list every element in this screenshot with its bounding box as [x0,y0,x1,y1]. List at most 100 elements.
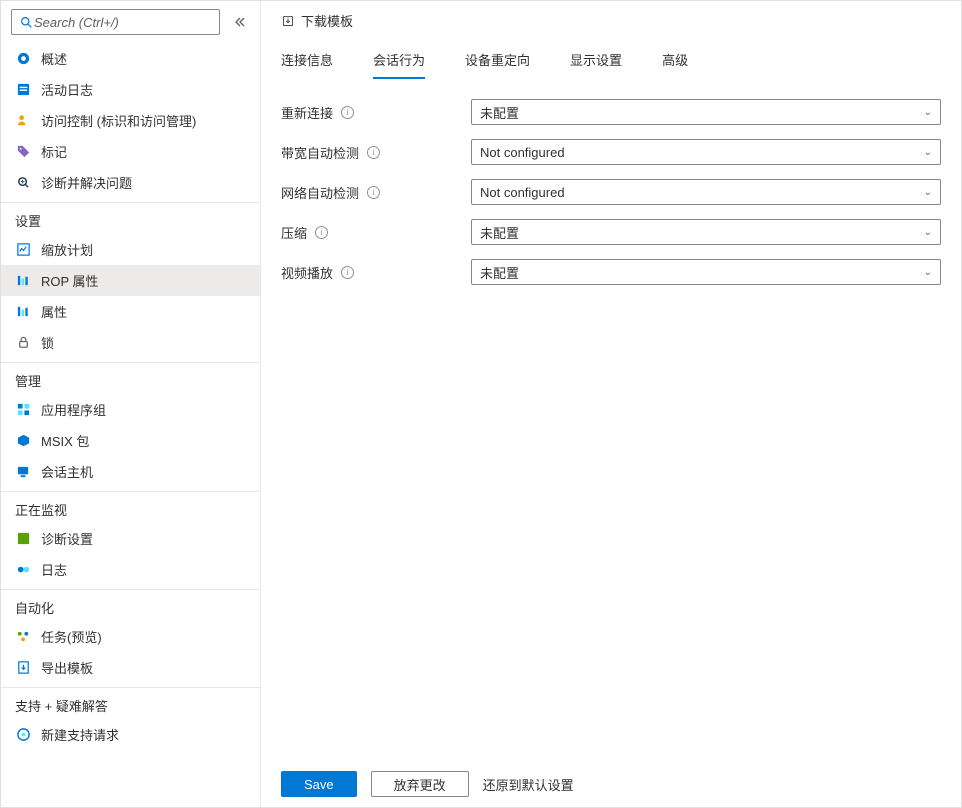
form-row-compression: 压缩 i 未配置 ⌄ [281,219,941,245]
label-reconnect: 重新连接 [281,103,333,122]
tab-session-behavior[interactable]: 会话行为 [373,50,425,79]
support-icon [15,727,31,743]
nav-label: 新建支持请求 [41,725,119,744]
form-row-bandwidth: 带宽自动检测 i Not configured ⌄ [281,139,941,165]
nav-label: 会话主机 [41,462,93,481]
section-automation: 自动化 [1,589,260,621]
info-icon[interactable]: i [315,226,328,239]
select-value: Not configured [480,145,565,160]
search-icon [18,14,34,30]
sidebar-item-app-groups[interactable]: 应用程序组 [1,394,260,425]
section-settings: 设置 [1,202,260,234]
save-button[interactable]: Save [281,771,357,797]
nav-label: 访问控制 (标识和访问管理) [41,111,196,130]
msix-icon [15,433,31,449]
lock-icon [15,335,31,351]
info-icon[interactable]: i [367,146,380,159]
sidebar-item-diagnostic-settings[interactable]: 诊断设置 [1,523,260,554]
collapse-sidebar-button[interactable] [228,11,250,33]
section-monitor: 正在监视 [1,491,260,523]
sidebar-item-msix[interactable]: MSIX 包 [1,425,260,456]
form-row-reconnect: 重新连接 i 未配置 ⌄ [281,99,941,125]
nav-label: MSIX 包 [41,431,89,450]
discard-button[interactable]: 放弃更改 [371,771,469,797]
logs-icon [15,562,31,578]
sidebar-item-tasks[interactable]: 任务(预览) [1,621,260,652]
label-network: 网络自动检测 [281,183,359,202]
info-icon[interactable]: i [341,106,354,119]
session-icon [15,464,31,480]
sidebar-item-overview[interactable]: 概述 [1,43,260,74]
sidebar-item-activity-log[interactable]: 活动日志 [1,74,260,105]
nav-label: 概述 [41,49,67,68]
nav-label: 导出模板 [41,658,93,677]
info-icon[interactable]: i [341,266,354,279]
info-icon[interactable]: i [367,186,380,199]
sidebar: 概述 活动日志 访问控制 (标识和访问管理) 标记 诊断并解决问题 设置 缩放计… [1,1,261,807]
nav-label: ROP 属性 [41,271,99,290]
nav-label: 日志 [41,560,67,579]
select-value: 未配置 [480,263,519,282]
nav-label: 标记 [41,142,67,161]
sidebar-item-new-support-request[interactable]: 新建支持请求 [1,719,260,750]
download-template-button[interactable]: 下载模板 [301,11,353,30]
select-value: 未配置 [480,223,519,242]
nav-label: 活动日志 [41,80,93,99]
restore-defaults-button[interactable]: 还原到默认设置 [483,775,574,794]
tag-icon [15,144,31,160]
nav-label: 锁 [41,333,54,352]
rdp-icon [15,273,31,289]
sidebar-item-tags[interactable]: 标记 [1,136,260,167]
select-video[interactable]: 未配置 ⌄ [471,259,941,285]
nav-label: 任务(预览) [41,627,102,646]
search-box[interactable] [11,9,220,35]
diag-icon [15,531,31,547]
nav-label: 属性 [41,302,67,321]
overview-icon [15,51,31,67]
sidebar-item-rdp-properties[interactable]: ROP 属性 [1,265,260,296]
appgroup-icon [15,402,31,418]
tab-connection-info[interactable]: 连接信息 [281,50,333,79]
select-value: 未配置 [480,103,519,122]
sidebar-item-scaling-plan[interactable]: 缩放计划 [1,234,260,265]
chevron-down-icon: ⌄ [924,227,932,238]
diagnose-icon [15,175,31,191]
main-content: 下载模板 连接信息 会话行为 设备重定向 显示设置 高级 重新连接 i 未配置 … [261,1,961,807]
tab-display-settings[interactable]: 显示设置 [570,50,622,79]
chevron-down-icon: ⌄ [924,187,932,198]
label-bandwidth: 带宽自动检测 [281,143,359,162]
search-input[interactable] [34,15,213,30]
download-icon [281,14,295,28]
access-icon [15,113,31,129]
form-row-video: 视频播放 i 未配置 ⌄ [281,259,941,285]
sidebar-item-session-hosts[interactable]: 会话主机 [1,456,260,487]
select-reconnect[interactable]: 未配置 ⌄ [471,99,941,125]
form: 重新连接 i 未配置 ⌄ 带宽自动检测 i Not configured ⌄ 网… [261,79,961,299]
select-network[interactable]: Not configured ⌄ [471,179,941,205]
tabs: 连接信息 会话行为 设备重定向 显示设置 高级 [261,34,961,79]
nav-label: 应用程序组 [41,400,106,419]
chevron-down-icon: ⌄ [924,267,932,278]
sidebar-item-locks[interactable]: 锁 [1,327,260,358]
log-icon [15,82,31,98]
select-compression[interactable]: 未配置 ⌄ [471,219,941,245]
label-compression: 压缩 [281,223,307,242]
select-value: Not configured [480,185,565,200]
sidebar-item-export-template[interactable]: 导出模板 [1,652,260,683]
section-manage: 管理 [1,362,260,394]
select-bandwidth[interactable]: Not configured ⌄ [471,139,941,165]
sidebar-item-properties[interactable]: 属性 [1,296,260,327]
sidebar-item-diagnose[interactable]: 诊断并解决问题 [1,167,260,198]
footer: Save 放弃更改 还原到默认设置 [281,771,941,797]
section-support: 支持 + 疑难解答 [1,687,260,719]
tab-advanced[interactable]: 高级 [662,50,688,79]
form-row-network: 网络自动检测 i Not configured ⌄ [281,179,941,205]
label-video: 视频播放 [281,263,333,282]
sidebar-item-access-control[interactable]: 访问控制 (标识和访问管理) [1,105,260,136]
nav-label: 诊断并解决问题 [41,173,132,192]
toolbar: 下载模板 [261,1,961,34]
chevron-down-icon: ⌄ [924,107,932,118]
tab-device-redirection[interactable]: 设备重定向 [465,50,530,79]
sidebar-item-logs[interactable]: 日志 [1,554,260,585]
props-icon [15,304,31,320]
